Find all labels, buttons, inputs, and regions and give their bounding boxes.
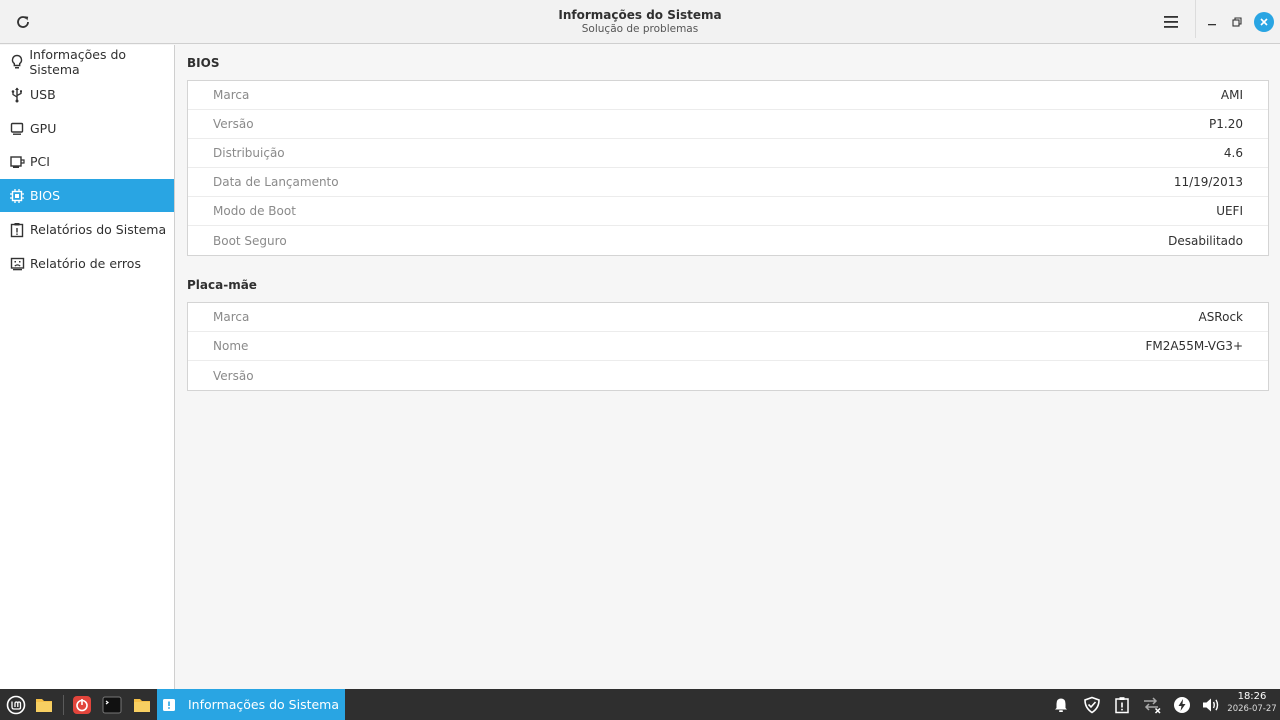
- sidebar-item-usb[interactable]: USB: [0, 78, 174, 111]
- bell-icon: [1055, 698, 1067, 712]
- row-value: Desabilitado: [1168, 233, 1243, 248]
- network-tray-button[interactable]: [1141, 694, 1163, 716]
- row-value: 11/19/2013: [1173, 175, 1243, 189]
- taskbar-window-system-info[interactable]: Informações do Sistema: [157, 689, 345, 720]
- clock-time: 18:26: [1237, 691, 1267, 702]
- hamburger-menu-icon: [1164, 16, 1178, 28]
- folder-icon: [36, 699, 52, 712]
- taskbar-divider: [63, 695, 64, 715]
- header-separator: [1195, 0, 1196, 38]
- minimize-icon: [1208, 24, 1216, 26]
- network-disconnected-icon: [1144, 697, 1161, 714]
- sidebar-item-label: PCI: [30, 154, 50, 169]
- row-value: FM2A55M-VG3+: [1145, 339, 1243, 353]
- sidebar-item-label: Informações do Sistema: [29, 46, 127, 77]
- close-icon: [1260, 18, 1268, 26]
- mint-logo-icon: [6, 695, 26, 715]
- row-key: Modo de Boot: [213, 204, 296, 218]
- bios-row: Boot Seguro Desabilitado: [188, 226, 1268, 255]
- folder-icon: [134, 699, 150, 712]
- sidebar-item-system-reports[interactable]: Relatórios do Sistema: [0, 213, 174, 246]
- taskbar-terminal-launcher[interactable]: [100, 693, 124, 717]
- taskbar: Informações do Sistema 18:26 2026-07-27: [0, 689, 1280, 720]
- row-value: P1.20: [1209, 117, 1243, 131]
- taskbar-window-label: Informações do Sistema: [188, 697, 340, 712]
- report-icon: [162, 698, 176, 712]
- bios-row: Data de Lançamento 11/19/2013: [188, 168, 1268, 197]
- taskbar-folder-launcher[interactable]: [130, 693, 154, 717]
- row-value: ASRock: [1198, 310, 1243, 324]
- pci-card-icon: [9, 154, 25, 170]
- sidebar-item-gpu[interactable]: GPU: [0, 112, 174, 145]
- bios-row: Distribuição 4.6: [188, 139, 1268, 168]
- row-key: Versão: [213, 368, 254, 383]
- clock[interactable]: 18:26 2026-07-27: [1224, 691, 1280, 715]
- row-key: Marca: [213, 88, 250, 102]
- row-key: Marca: [213, 310, 250, 324]
- row-key: Nome: [213, 339, 249, 353]
- motherboard-row: Nome FM2A55M-VG3+: [188, 332, 1268, 361]
- usb-icon: [9, 87, 25, 103]
- sidebar-item-error-report[interactable]: Relatório de erros: [0, 247, 174, 280]
- volume-icon: [1203, 698, 1219, 712]
- row-value: AMI: [1220, 88, 1243, 102]
- app-launcher-icon: [73, 696, 91, 714]
- clock-date: 2026-07-27: [1227, 704, 1277, 714]
- window-subtitle: Solução de problemas: [581, 23, 699, 35]
- row-value: UEFI: [1216, 204, 1243, 218]
- power-lightning-icon: [1174, 697, 1190, 713]
- bios-row: Versão P1.20: [188, 110, 1268, 139]
- row-key: Versão: [213, 117, 254, 131]
- volume-tray-button[interactable]: [1200, 694, 1222, 716]
- chip-icon: [9, 188, 25, 204]
- monitor-icon: [9, 121, 25, 137]
- refresh-button[interactable]: [8, 7, 38, 37]
- bios-row: Marca AMI: [188, 81, 1268, 110]
- terminal-icon: [102, 696, 122, 714]
- sidebar-item-label: GPU: [30, 121, 57, 136]
- power-tray-button[interactable]: [1171, 694, 1193, 716]
- notifications-tray-button[interactable]: [1050, 694, 1072, 716]
- refresh-icon: [17, 16, 29, 28]
- restore-icon: [1232, 17, 1242, 27]
- row-key: Distribuição: [213, 146, 285, 160]
- start-menu-button[interactable]: [4, 693, 28, 717]
- maximize-button[interactable]: [1228, 12, 1246, 32]
- sidebar-item-label: BIOS: [30, 188, 61, 203]
- shield-icon: [1084, 696, 1100, 714]
- motherboard-section-title: Placa-mãe: [187, 278, 257, 292]
- minimize-button[interactable]: [1203, 12, 1221, 32]
- close-button[interactable]: [1254, 12, 1274, 32]
- report-icon: [9, 222, 25, 238]
- sidebar-item-system-info[interactable]: Informações do Sistema: [0, 45, 174, 78]
- bios-section-title: BIOS: [187, 56, 220, 70]
- header-bar: Informações do Sistema Solução de proble…: [0, 0, 1280, 44]
- menu-button[interactable]: [1156, 7, 1186, 37]
- motherboard-row: Versão: [188, 361, 1268, 390]
- sidebar: Informações do Sistema USB GPU PCI BIOS …: [0, 45, 175, 689]
- row-value: 4.6: [1223, 146, 1243, 160]
- sidebar-item-pci[interactable]: PCI: [0, 145, 174, 178]
- lightbulb-icon: [9, 54, 24, 70]
- taskbar-files-launcher[interactable]: [32, 693, 56, 717]
- row-key: Data de Lançamento: [213, 175, 339, 189]
- motherboard-row: Marca ASRock: [188, 303, 1268, 332]
- taskbar-app-launcher[interactable]: [70, 693, 94, 717]
- row-key: Boot Seguro: [213, 233, 287, 248]
- motherboard-card: Marca ASRock Nome FM2A55M-VG3+ Versão: [187, 302, 1269, 391]
- bios-card: Marca AMI Versão P1.20 Distribuição 4.6 …: [187, 80, 1269, 256]
- sidebar-item-label: USB: [30, 87, 56, 102]
- sidebar-item-label: Relatório de erros: [30, 256, 141, 271]
- report-icon: [1115, 697, 1129, 714]
- update-manager-tray-button[interactable]: [1081, 694, 1103, 716]
- sidebar-item-bios[interactable]: BIOS: [0, 179, 174, 212]
- sidebar-item-label: Relatórios do Sistema: [30, 222, 167, 237]
- bios-row: Modo de Boot UEFI: [188, 197, 1268, 226]
- window-title: Informações do Sistema: [558, 8, 722, 22]
- window-title-area: Informações do Sistema Solução de proble…: [440, 7, 840, 36]
- main-content: BIOS Marca AMI Versão P1.20 Distribuição…: [176, 45, 1280, 689]
- sad-face-icon: [9, 256, 25, 272]
- system-reports-tray-button[interactable]: [1111, 694, 1133, 716]
